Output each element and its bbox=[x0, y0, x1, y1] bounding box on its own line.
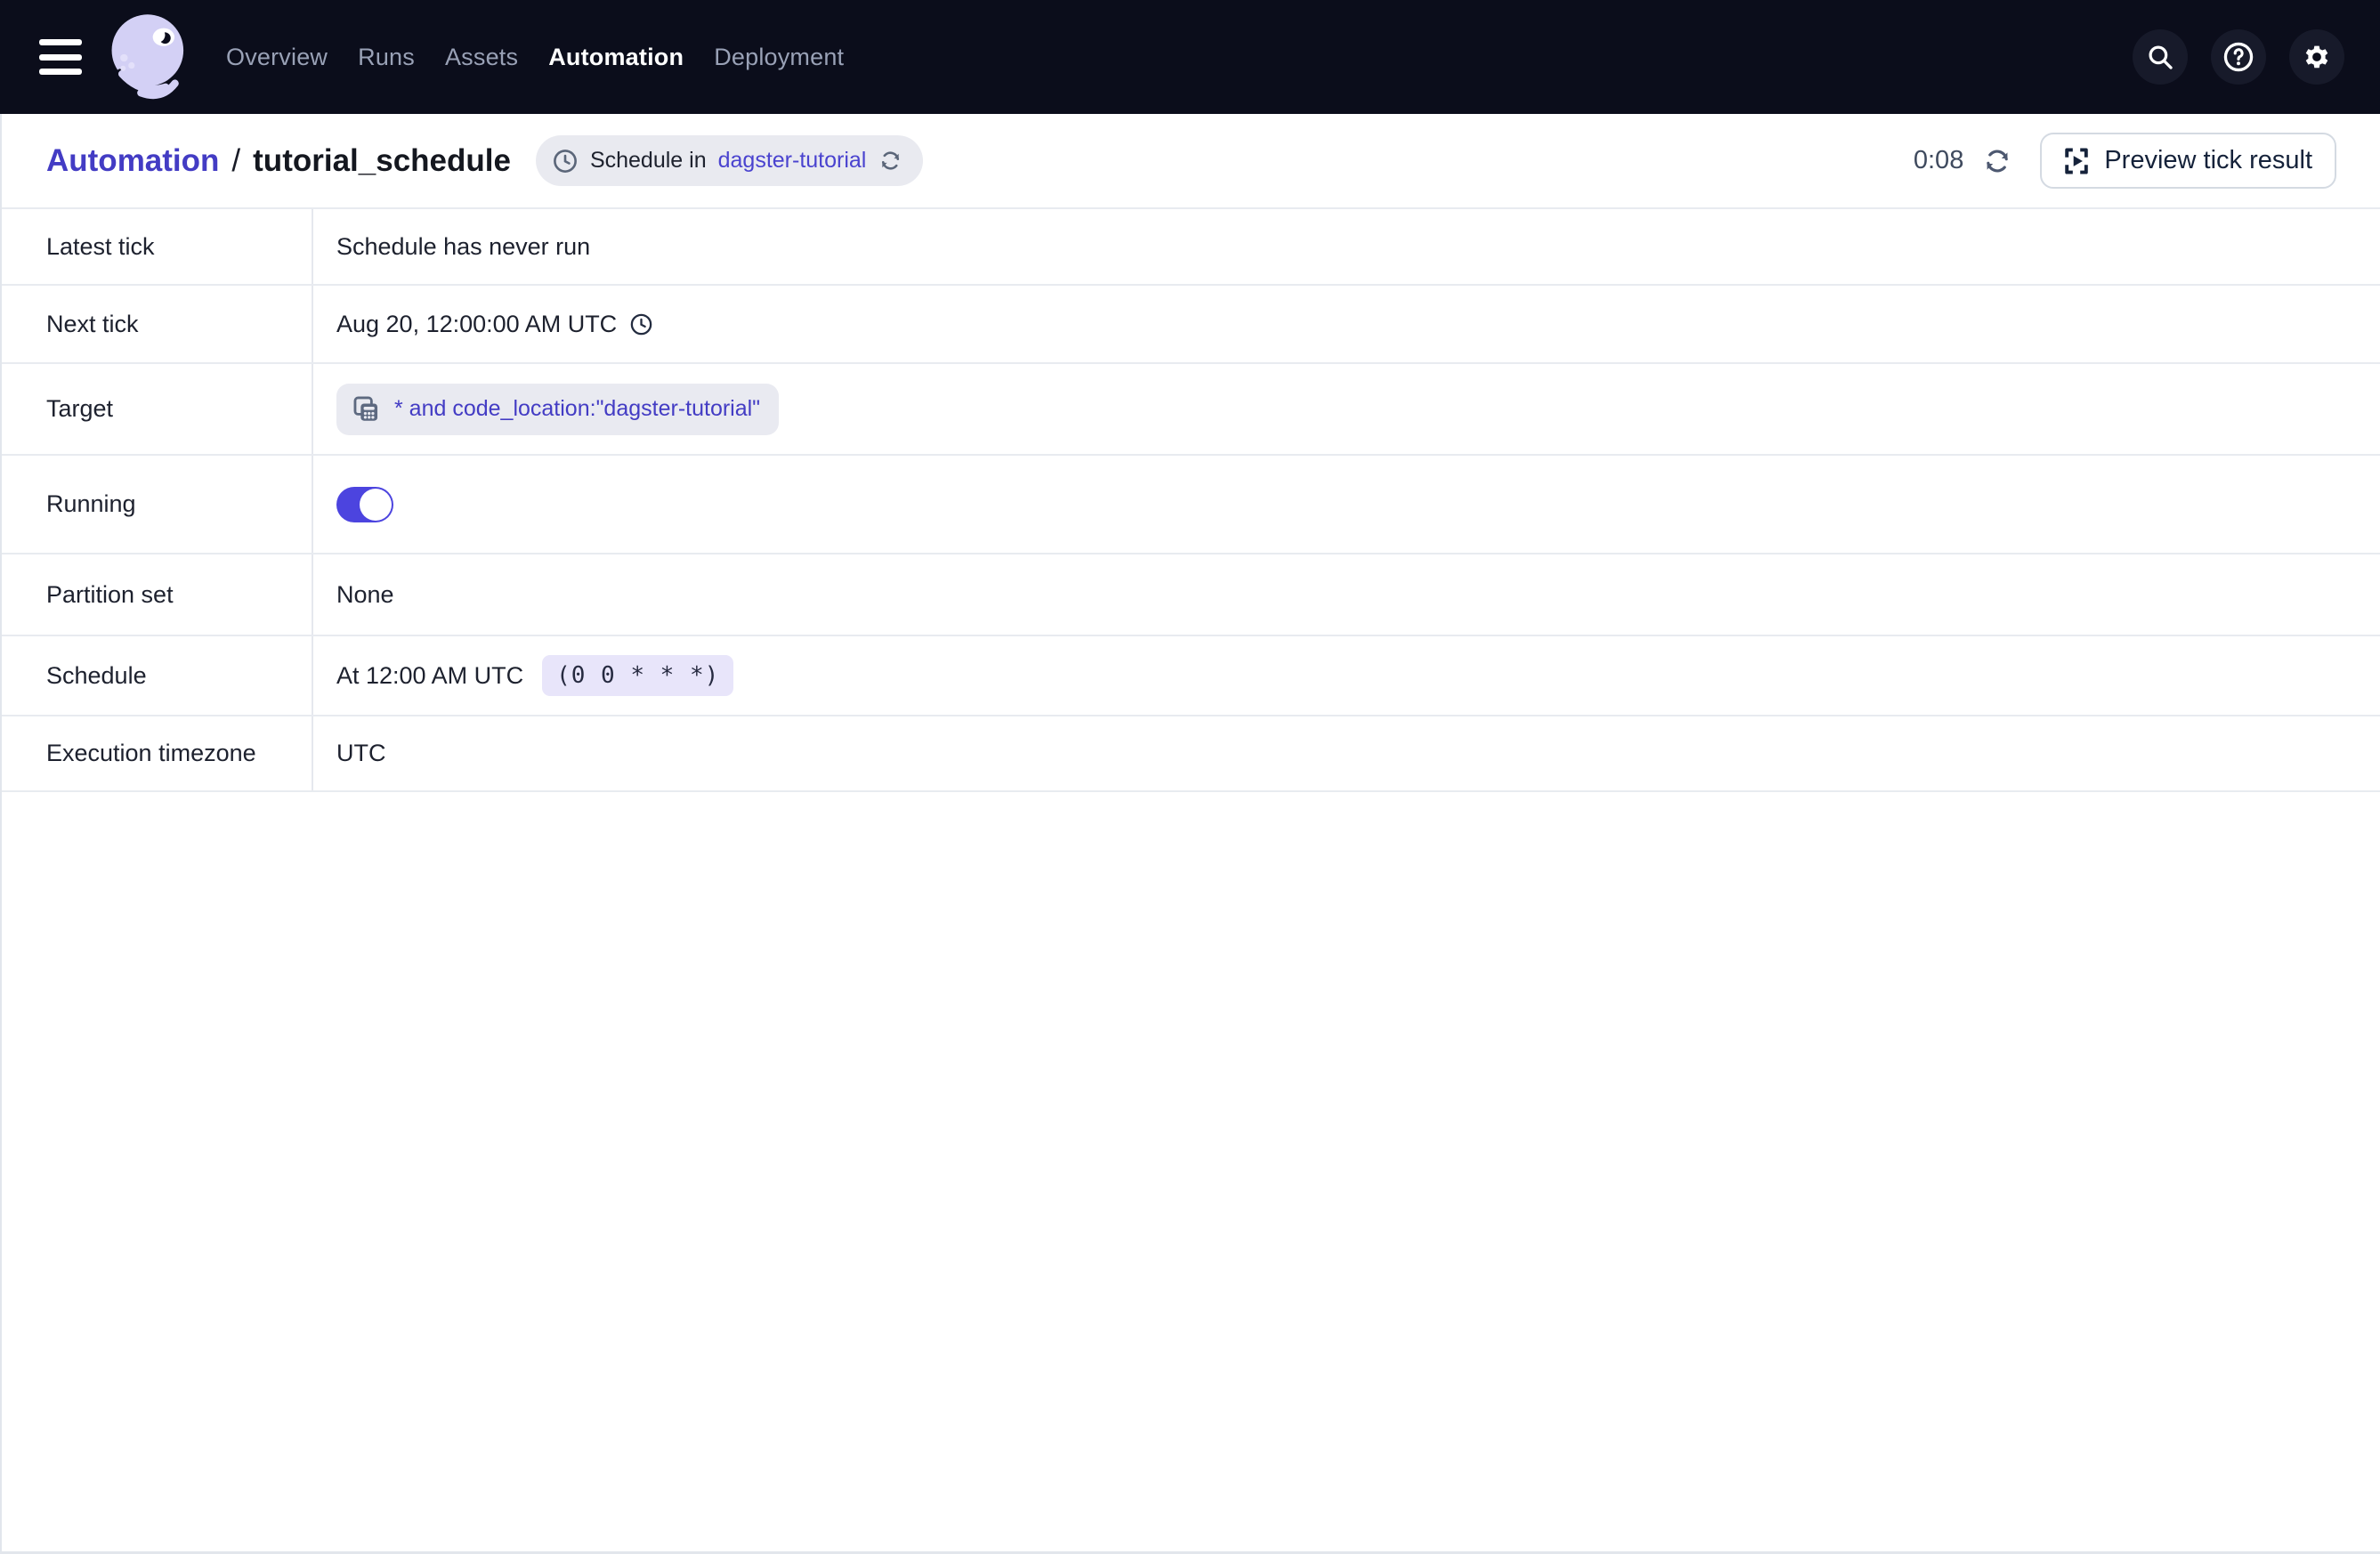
refresh-button[interactable] bbox=[1981, 145, 2013, 177]
dagster-logo-icon[interactable] bbox=[103, 10, 198, 104]
clock-icon bbox=[628, 312, 654, 337]
empty-area bbox=[2, 792, 2380, 1551]
settings-button[interactable] bbox=[2289, 29, 2344, 85]
preview-tick-result-label: Preview tick result bbox=[2104, 146, 2312, 175]
top-navbar: Overview Runs Assets Automation Deployme… bbox=[0, 0, 2380, 114]
preview-tick-result-button[interactable]: Preview tick result bbox=[2040, 133, 2336, 189]
row-label: Execution timezone bbox=[2, 716, 313, 790]
search-icon bbox=[2145, 42, 2175, 72]
schedule-description: At 12:00 AM UTC bbox=[336, 662, 523, 690]
help-icon bbox=[2222, 40, 2255, 74]
row-partition-set: Partition set None bbox=[2, 554, 2380, 636]
next-tick-timestamp: Aug 20, 12:00:00 AM UTC bbox=[336, 311, 617, 338]
row-label: Latest tick bbox=[2, 209, 313, 284]
row-running: Running bbox=[2, 456, 2380, 554]
schedule-context-badge: Schedule in dagster-tutorial bbox=[536, 135, 923, 186]
breadcrumb-separator: / bbox=[231, 143, 240, 179]
nav-item-deployment[interactable]: Deployment bbox=[714, 44, 844, 71]
breadcrumb: Automation / tutorial_schedule bbox=[46, 143, 511, 179]
row-execution-timezone: Execution timezone UTC bbox=[2, 716, 2380, 792]
row-label: Schedule bbox=[2, 636, 313, 715]
page-content: Automation / tutorial_schedule Schedule … bbox=[0, 114, 2380, 1551]
row-schedule: Schedule At 12:00 AM UTC (0 0 * * *) bbox=[2, 636, 2380, 716]
running-toggle[interactable] bbox=[336, 487, 393, 522]
row-label: Partition set bbox=[2, 554, 313, 635]
row-next-tick: Next tick Aug 20, 12:00:00 AM UTC bbox=[2, 286, 2380, 364]
row-label: Next tick bbox=[2, 286, 313, 362]
execution-timezone-value: UTC bbox=[313, 740, 386, 767]
badge-text: Schedule in bbox=[590, 148, 707, 174]
cron-expression-badge: (0 0 * * *) bbox=[542, 655, 733, 696]
asset-selection-icon bbox=[351, 394, 381, 425]
breadcrumb-automation-link[interactable]: Automation bbox=[46, 143, 219, 179]
search-button[interactable] bbox=[2133, 29, 2188, 85]
primary-navigation: Overview Runs Assets Automation Deployme… bbox=[226, 44, 844, 71]
hamburger-menu-icon[interactable] bbox=[39, 37, 84, 77]
page-title: tutorial_schedule bbox=[253, 143, 511, 179]
row-target: Target * and code_location:"dagster bbox=[2, 364, 2380, 456]
asset-selection-text: * and code_location:"dagster-tutorial" bbox=[394, 396, 760, 422]
dagster-automation-page: Overview Runs Assets Automation Deployme… bbox=[0, 0, 2380, 1554]
refresh-countdown: 0:08 bbox=[1914, 146, 1963, 175]
nav-item-overview[interactable]: Overview bbox=[226, 44, 328, 71]
navbar-actions bbox=[2133, 29, 2344, 85]
refresh-icon bbox=[1981, 145, 2013, 177]
nav-item-assets[interactable]: Assets bbox=[445, 44, 518, 71]
next-tick-value: Aug 20, 12:00:00 AM UTC bbox=[313, 311, 654, 338]
code-location-link[interactable]: dagster-tutorial bbox=[718, 148, 867, 174]
preview-tick-icon bbox=[2060, 145, 2093, 177]
row-label: Running bbox=[2, 456, 313, 553]
toggle-knob bbox=[360, 489, 392, 521]
row-label: Target bbox=[2, 364, 313, 454]
partition-set-value: None bbox=[313, 581, 394, 609]
asset-selection-badge[interactable]: * and code_location:"dagster-tutorial" bbox=[336, 384, 779, 435]
row-latest-tick: Latest tick Schedule has never run bbox=[2, 209, 2380, 286]
nav-item-runs[interactable]: Runs bbox=[358, 44, 415, 71]
nav-item-automation[interactable]: Automation bbox=[548, 44, 684, 71]
help-button[interactable] bbox=[2211, 29, 2266, 85]
clock-icon bbox=[552, 148, 579, 174]
page-header-bar: Automation / tutorial_schedule Schedule … bbox=[2, 114, 2380, 209]
gear-icon bbox=[2300, 40, 2334, 74]
latest-tick-value: Schedule has never run bbox=[313, 233, 590, 261]
sync-icon[interactable] bbox=[878, 148, 903, 174]
